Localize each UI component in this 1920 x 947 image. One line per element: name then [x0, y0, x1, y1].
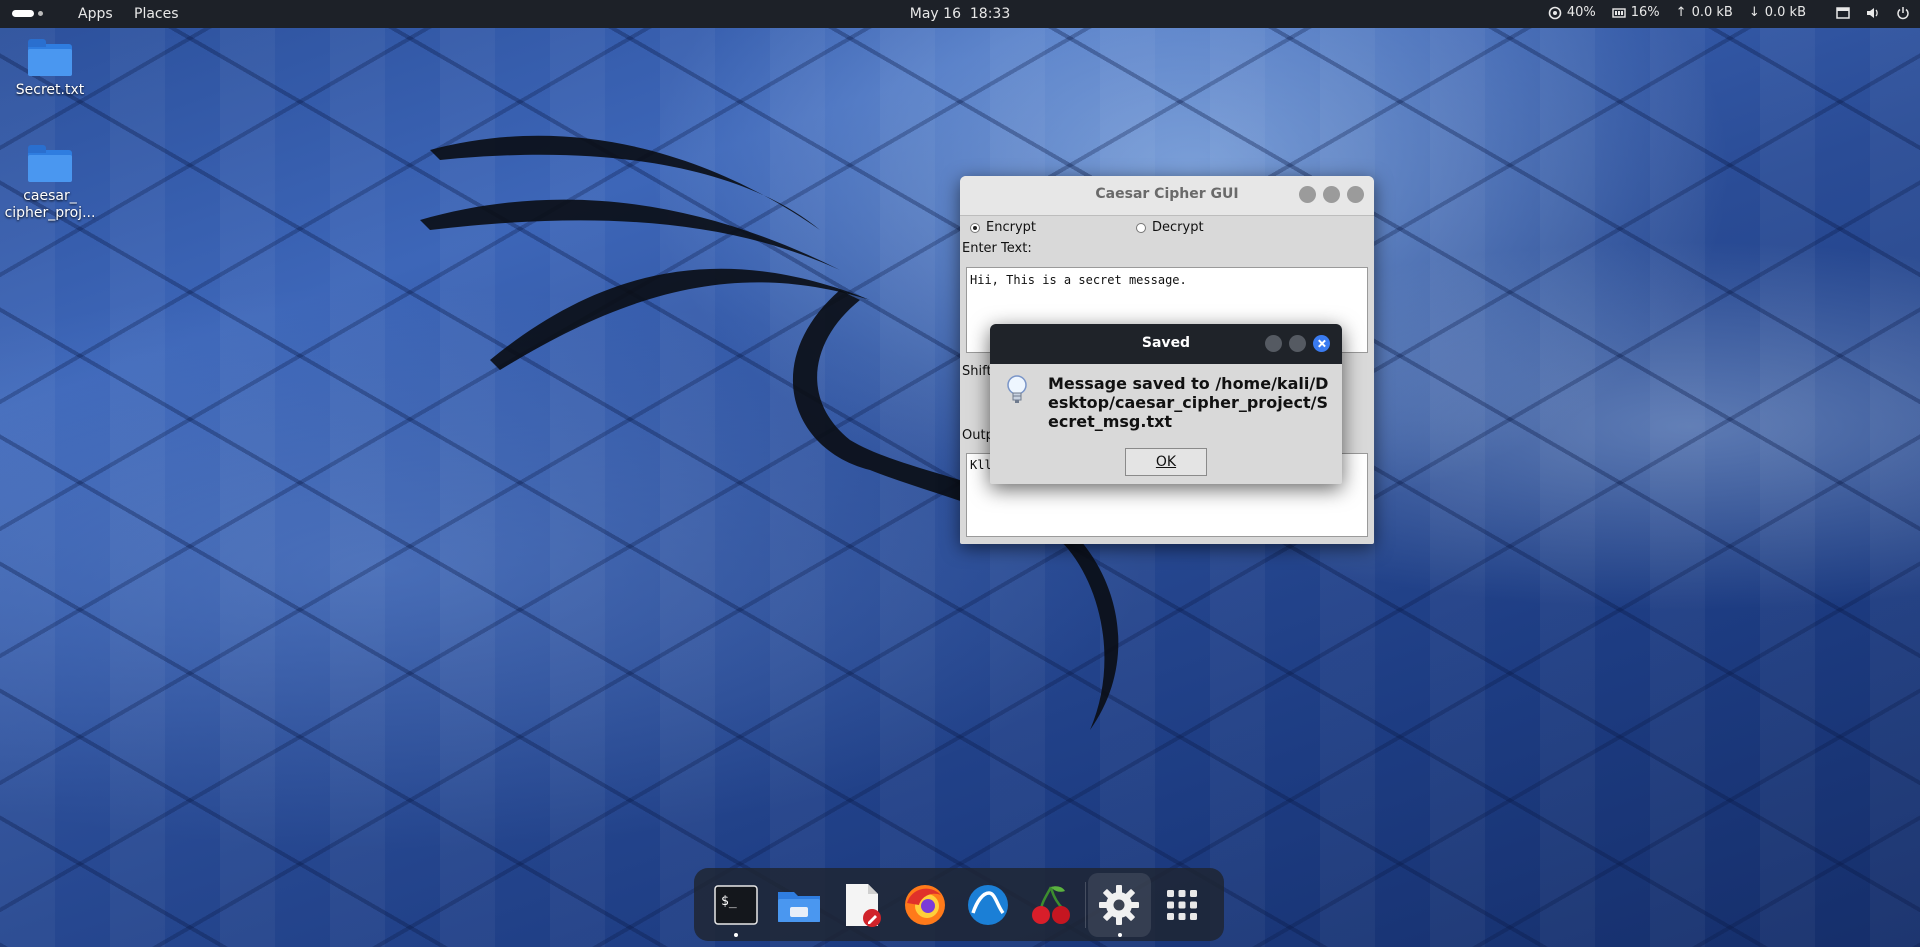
places-menu[interactable]: Places: [134, 6, 179, 22]
terminal-icon: $_: [713, 884, 758, 925]
minimize-button[interactable]: [1265, 335, 1282, 352]
app-grid-icon: [1167, 889, 1198, 920]
download-arrow-icon: ↓: [1748, 5, 1760, 20]
svg-text:$_: $_: [721, 894, 737, 909]
decrypt-radio[interactable]: Decrypt: [1136, 220, 1204, 235]
power-icon[interactable]: [1896, 6, 1910, 20]
memory-value: 16%: [1630, 5, 1660, 20]
volume-icon[interactable]: [1866, 6, 1880, 20]
dock-app-grid[interactable]: [1151, 873, 1214, 937]
apps-menu[interactable]: Apps: [78, 6, 113, 22]
desktop-icon-label: caesar_ cipher_proj...: [4, 188, 96, 221]
saved-dialog: Saved Message saved to /home/kali/Deskto…: [990, 324, 1342, 484]
screen-icon[interactable]: [1836, 6, 1850, 20]
radio-selected-icon: [970, 222, 980, 233]
folder-icon: [28, 145, 72, 182]
upload-value: 0.0 kB: [1691, 5, 1733, 20]
encrypt-radio[interactable]: Encrypt: [970, 220, 1136, 235]
dock-separator: [1084, 881, 1086, 928]
dock-files[interactable]: [767, 873, 830, 937]
dock-settings[interactable]: [1087, 872, 1151, 937]
wireshark-icon: [968, 884, 1009, 925]
firefox-icon: [904, 884, 945, 925]
dock-text-editor[interactable]: [830, 873, 893, 937]
radio-unselected-icon: [1136, 222, 1146, 233]
memory-icon: [1612, 7, 1626, 18]
minimize-button[interactable]: [1299, 186, 1316, 203]
dialog-titlebar[interactable]: Saved: [990, 324, 1342, 364]
dock: $_: [694, 868, 1224, 941]
dock-cherrytree[interactable]: [1020, 873, 1083, 937]
files-icon: [777, 891, 820, 922]
running-indicator: [1117, 932, 1122, 937]
maximize-button[interactable]: [1289, 335, 1306, 352]
enter-text-label: Enter Text:: [962, 241, 1032, 256]
settings-icon: [1099, 884, 1140, 925]
cherrytree-icon: [1032, 885, 1071, 924]
dialog-message: Message saved to /home/kali/Desktop/caes…: [1048, 374, 1329, 431]
maximize-button[interactable]: [1323, 186, 1340, 203]
download-value: 0.0 kB: [1764, 5, 1806, 20]
close-button[interactable]: [1313, 335, 1330, 352]
memory-monitor[interactable]: 16%: [1612, 5, 1660, 20]
decrypt-label: Decrypt: [1152, 220, 1204, 235]
lightbulb-icon: [1007, 375, 1027, 403]
desktop-icon-caesar-cipher-project[interactable]: caesar_ cipher_proj...: [0, 145, 100, 222]
cpu-value: 40%: [1566, 5, 1596, 20]
cpu-monitor[interactable]: 40%: [1548, 5, 1596, 20]
running-indicator: [734, 932, 738, 937]
clock[interactable]: May 16 18:33: [910, 6, 1010, 22]
window-titlebar[interactable]: Caesar Cipher GUI: [960, 176, 1374, 216]
upload-arrow-icon: ↑: [1675, 5, 1687, 20]
dock-wireshark[interactable]: [957, 873, 1020, 937]
dock-terminal[interactable]: $_: [704, 873, 767, 937]
encrypt-label: Encrypt: [986, 220, 1036, 235]
cpu-icon: [1548, 6, 1562, 19]
top-panel: Apps Places May 16 18:33 40% 16% ↑ 0.0 k…: [0, 0, 1920, 28]
folder-icon: [28, 39, 72, 76]
upload-monitor[interactable]: ↑ 0.0 kB: [1676, 5, 1733, 20]
activities-button[interactable]: [12, 10, 43, 17]
ok-button[interactable]: OK: [1125, 448, 1207, 476]
text-editor-icon: [845, 883, 881, 927]
dock-firefox[interactable]: [893, 873, 956, 937]
system-tray: 40% 16% ↑ 0.0 kB ↓ 0.0 kB: [1548, 5, 1910, 20]
desktop-icon-label: Secret.txt: [15, 82, 85, 98]
workspace-indicator-active: [12, 10, 34, 17]
desktop-icon-secret-txt[interactable]: Secret.txt: [0, 39, 100, 98]
shift-label: Shift: [962, 364, 992, 379]
workspace-indicator: [38, 11, 43, 16]
download-monitor[interactable]: ↓ 0.0 kB: [1749, 5, 1806, 20]
close-button[interactable]: [1347, 186, 1364, 203]
